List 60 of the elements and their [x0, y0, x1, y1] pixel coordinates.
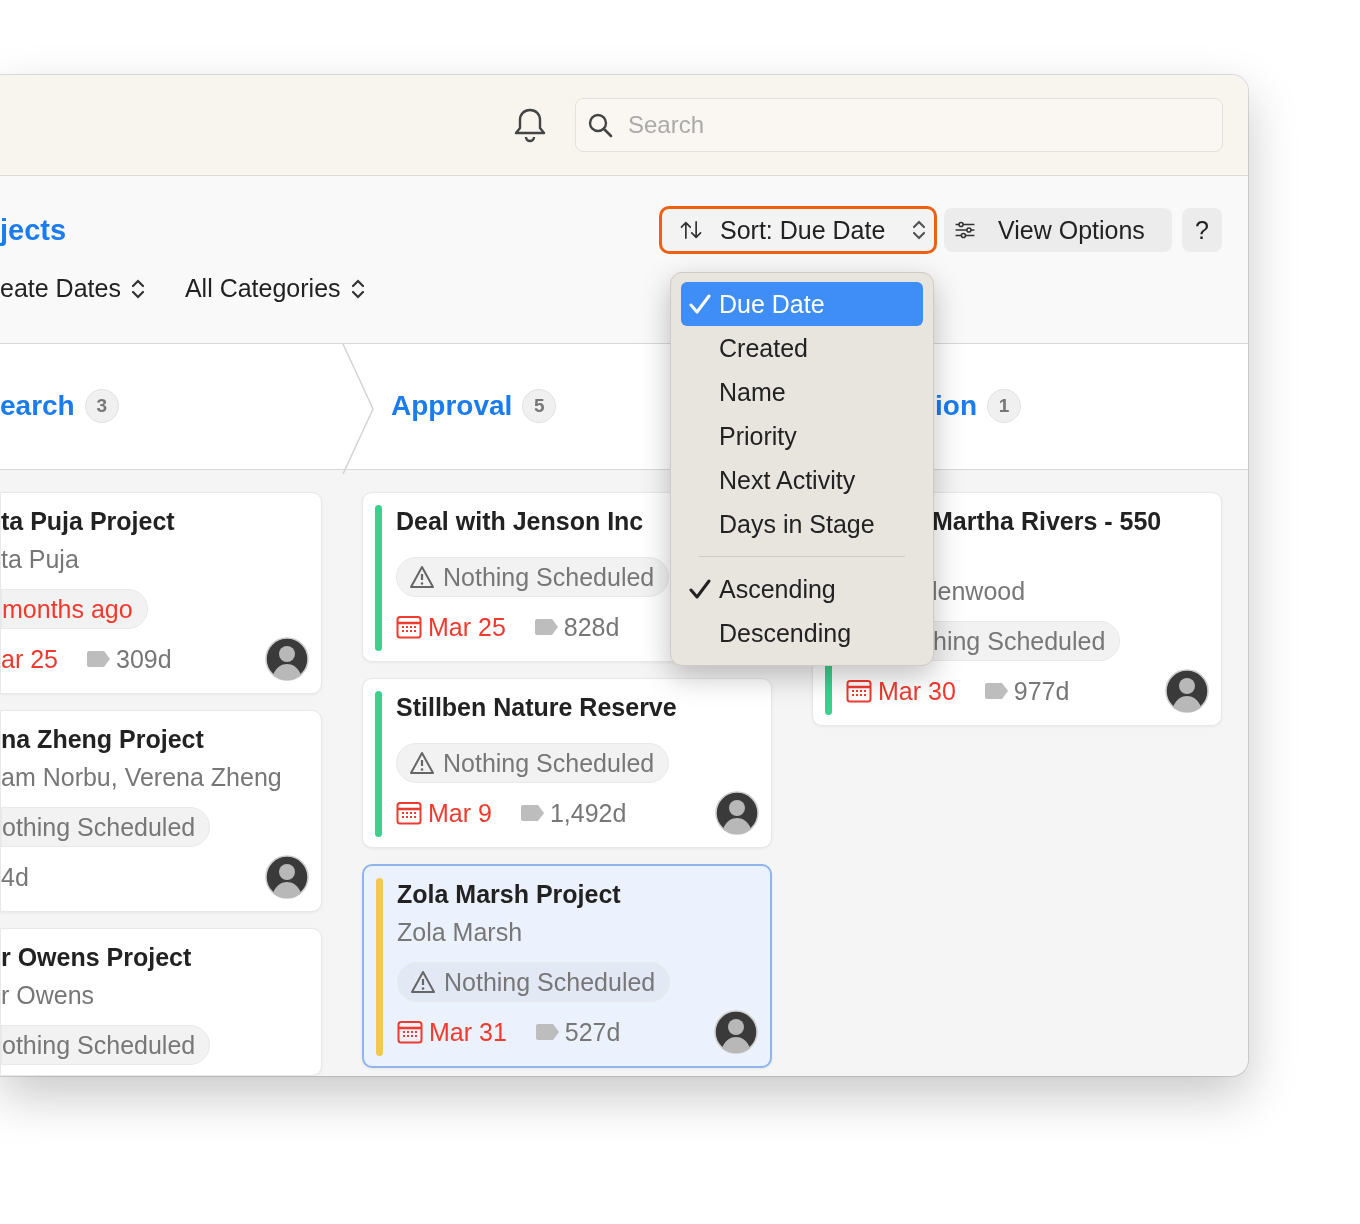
days-in-stage: 309d [116, 644, 172, 674]
search-icon [587, 112, 613, 139]
card[interactable]: r Owens Project r Owens othing Scheduled [0, 928, 322, 1076]
activity-pill: othing Scheduled [1, 1025, 211, 1065]
due-date: ar 25 [1, 644, 58, 674]
stage-count: 3 [84, 389, 119, 424]
view-options-button[interactable]: View Options [944, 208, 1172, 253]
card[interactable]: Zola Marsh Project Zola Marsh Nothing Scheduled Mar 31 527d [362, 864, 772, 1068]
card[interactable]: na Zheng Project am Norbu, Verena Zheng othing Scheduled 4d [0, 710, 322, 912]
card-title: r Owens Project [1, 942, 192, 973]
due-date: Mar 9 [428, 798, 492, 828]
card-title: ta Puja Project [1, 506, 175, 537]
stage-count: 5 [522, 389, 557, 424]
activity-pill: Nothing Scheduled [396, 743, 670, 783]
chevron-up-down-icon [350, 277, 365, 300]
card-title: Martha Rivers - 550 [932, 506, 1162, 537]
card-subtitle: Zola Marsh [397, 917, 523, 948]
stage-name[interactable]: ion [935, 390, 977, 423]
due-date: Mar 30 [878, 676, 956, 706]
card-subtitle: lenwood [932, 576, 1026, 607]
days-in-stage: 4d [1, 862, 29, 892]
card-subtitle: am Norbu, Verena Zheng [1, 762, 282, 793]
stage-count: 1 [987, 389, 1021, 424]
card-title: Zola Marsh Project [397, 879, 621, 910]
menu-item[interactable]: Created [681, 326, 923, 370]
card[interactable]: Stillben Nature Reserve Nothing Scheduled Mar 9 1,492d [362, 678, 772, 848]
chevron-up-down-icon [912, 219, 926, 242]
card-title: na Zheng Project [1, 724, 204, 755]
activity-pill: Nothing Scheduled [396, 557, 670, 597]
warning-icon [409, 565, 435, 589]
card-title: Stillben Nature Reserve [396, 692, 677, 723]
stage-name[interactable]: earch [0, 390, 75, 423]
menu-item[interactable]: Priority [681, 414, 923, 458]
stage-name[interactable]: Approval [391, 390, 513, 423]
due-date: Mar 25 [428, 612, 506, 642]
due-date: Mar 31 [429, 1017, 507, 1047]
help-button[interactable]: ? [1182, 208, 1222, 253]
activity-pill: months ago [1, 589, 148, 629]
warning-icon [409, 751, 435, 775]
days-in-stage: 1,492d [549, 798, 627, 828]
chevron-up-down-icon [130, 277, 145, 300]
filter-dropdown[interactable]: eate Dates [0, 274, 145, 304]
card-title: Deal with Jenson Inc [396, 506, 644, 537]
days-in-stage: 527d [564, 1017, 621, 1047]
sort-icon [680, 220, 702, 241]
days-in-stage: 828d [563, 612, 620, 642]
menu-item[interactable]: Name [681, 370, 923, 414]
sliders-icon [954, 220, 976, 241]
search-field[interactable]: Search [575, 98, 1223, 153]
bell-icon[interactable] [513, 107, 547, 144]
warning-icon [410, 970, 436, 994]
days-in-stage: 977d [1013, 676, 1070, 706]
card[interactable]: ta Puja Project ta Puja months ago ar 25 309d [0, 492, 322, 694]
sort-button[interactable]: Sort: Due Date [659, 206, 937, 255]
activity-pill: Nothing Scheduled [397, 962, 671, 1002]
card-subtitle: r Owens [1, 980, 95, 1011]
page-title: jects [0, 213, 68, 247]
activity-pill: othing Scheduled [1, 807, 211, 847]
card-subtitle: ta Puja [1, 544, 79, 575]
filter-dropdown[interactable]: All Categories [184, 274, 365, 304]
